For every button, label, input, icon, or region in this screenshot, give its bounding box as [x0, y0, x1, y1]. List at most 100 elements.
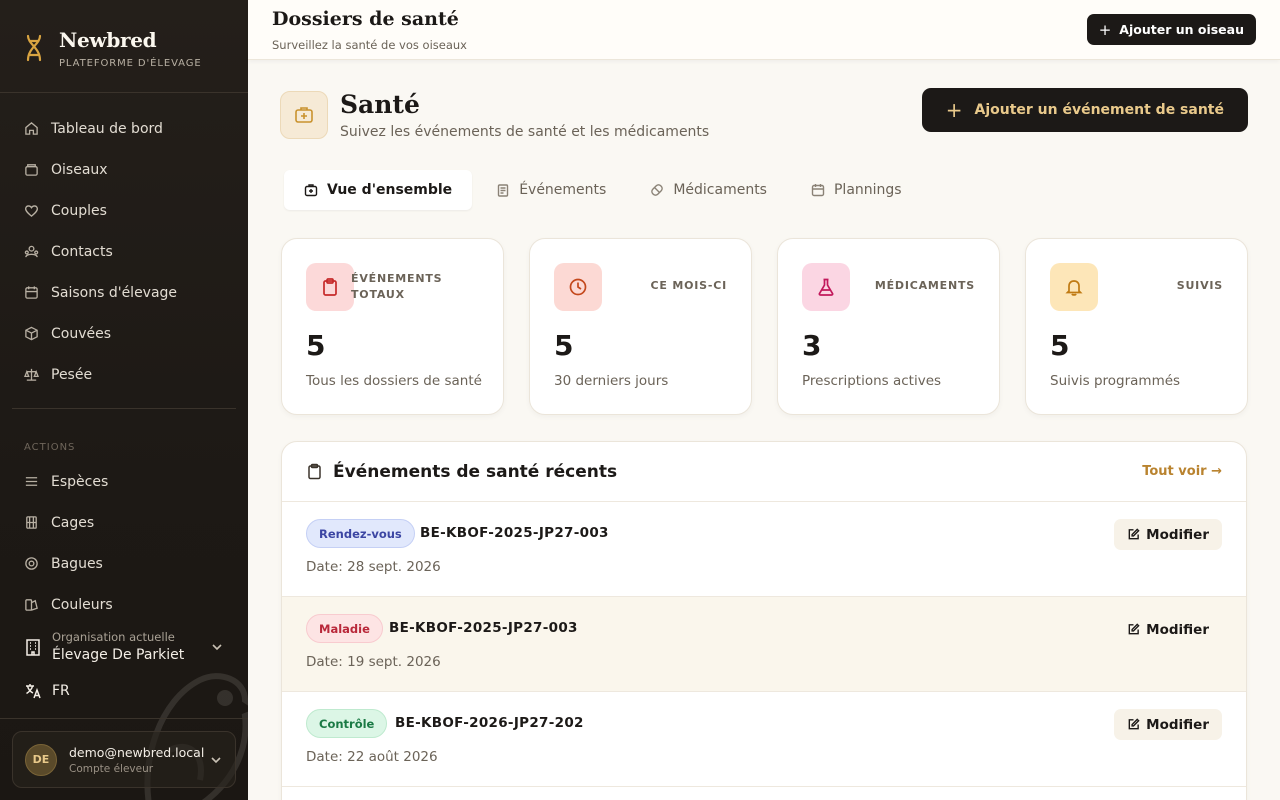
stat-label: SUIVIS	[1176, 279, 1223, 292]
tab-medications[interactable]: Médicaments	[630, 170, 787, 210]
stat-icon-box	[306, 263, 354, 311]
tab-label: Plannings	[833, 182, 902, 198]
event-date: Date: 28 sept. 2026	[306, 559, 441, 575]
tab-schedules[interactable]: Plannings	[791, 170, 922, 210]
stat-card-medications: MÉDICAMENTS 3 Prescriptions actives	[777, 238, 1000, 415]
event-date: Date: 19 sept. 2026	[306, 654, 441, 670]
sidebar-item-couleurs[interactable]: Couleurs	[12, 584, 236, 625]
event-type-badge: Contrôle	[306, 709, 388, 738]
edit-label: Modifier	[1146, 621, 1209, 638]
main-nav: Tableau de bord Oiseaux Couples Contacts…	[12, 108, 236, 395]
add-bird-button[interactable]: + Ajouter un oiseau	[1086, 14, 1256, 45]
sidebar-item-couples[interactable]: Couples	[12, 190, 236, 231]
cage-icon	[26, 516, 37, 529]
user-menu[interactable]: DE demo@newbred.local Compte éleveur	[12, 731, 236, 788]
clock-icon	[569, 278, 587, 296]
list-icon	[25, 477, 38, 486]
stat-card-follow-ups: SUIVIS 5 Suivis programmés	[1025, 238, 1248, 415]
home-icon	[25, 122, 38, 135]
medical-bag-icon	[295, 107, 313, 123]
calendar-icon	[25, 286, 38, 299]
table-row[interactable]: Contrôle BE-KBOF-2026-JP27-202 Date: 22 …	[282, 692, 1246, 787]
see-all-link[interactable]: Tout voir →	[1142, 464, 1222, 479]
ring-icon	[25, 557, 38, 570]
table-row[interactable]: Rendez-vous BE-KBOF-2025-JP27-003 Date: …	[282, 502, 1246, 597]
palette-icon	[25, 599, 38, 611]
sidebar-item-tableau-de-bord[interactable]: Tableau de bord	[12, 108, 236, 149]
stat-card-total-events: ÉVÉNEMENTS TOTAUX 5 Tous les dossiers de…	[281, 238, 504, 415]
sidebar-item-label: Contacts	[51, 243, 113, 260]
edit-button[interactable]: Modifier	[1114, 614, 1222, 645]
bell-icon	[1065, 280, 1083, 296]
stat-icon-box	[1050, 263, 1098, 311]
edit-icon	[1128, 718, 1140, 730]
building-icon	[26, 638, 40, 656]
heart-icon	[24, 205, 39, 217]
organization-switcher[interactable]: Organisation actuelle Élevage De Parkiet	[24, 630, 224, 663]
organization-label: Organisation actuelle	[52, 630, 175, 644]
recent-health-events-panel: Événements de santé récents Tout voir → …	[281, 441, 1247, 800]
dna-logo-icon	[26, 34, 42, 62]
stat-icon-box	[802, 263, 850, 311]
stat-value: 3	[802, 329, 822, 362]
clipboard-icon	[323, 278, 337, 296]
sidebar-item-label: Couvées	[51, 325, 112, 342]
pill-icon	[651, 184, 664, 196]
language-switcher[interactable]: FR	[24, 682, 70, 700]
add-health-event-button[interactable]: + Ajouter un événement de santé	[921, 88, 1248, 132]
sidebar-item-oiseaux[interactable]: Oiseaux	[12, 149, 236, 190]
language-label: FR	[52, 683, 70, 699]
sidebar-divider	[0, 92, 248, 93]
tab-label: Vue d'ensemble	[327, 182, 453, 198]
brand[interactable]: Newbred PLATEFORME D'ÉLEVAGE	[24, 28, 202, 69]
sidebar-item-contacts[interactable]: Contacts	[12, 231, 236, 272]
stat-description: Tous les dossiers de santé	[306, 373, 482, 389]
sidebar-item-label: Oiseaux	[51, 161, 108, 178]
stat-label: CE MOIS-CI	[650, 279, 727, 292]
stat-icon-box	[554, 263, 602, 311]
sidebar-item-label: Espèces	[51, 473, 109, 490]
sidebar-item-especes[interactable]: Espèces	[12, 461, 236, 502]
stat-label: MÉDICAMENTS	[874, 279, 975, 292]
panel-title: Événements de santé récents	[333, 461, 618, 482]
event-type-badge: Maladie	[306, 614, 383, 643]
plus-icon: +	[1098, 20, 1112, 39]
sidebar-item-label: Couleurs	[51, 596, 113, 613]
edit-icon	[1128, 528, 1140, 540]
plus-icon: +	[945, 98, 963, 122]
sidebar-item-label: Couples	[51, 202, 107, 219]
sidebar-divider	[0, 718, 248, 719]
actions-section-title: ACTIONS	[24, 442, 76, 453]
add-health-event-label: Ajouter un événement de santé	[974, 102, 1224, 118]
tab-events[interactable]: Événements	[476, 170, 626, 210]
sidebar-item-label: Cages	[51, 514, 95, 531]
sidebar-divider	[12, 408, 236, 409]
event-type-badge: Rendez-vous	[306, 519, 415, 548]
tab-overview[interactable]: Vue d'ensemble	[284, 170, 473, 210]
sidebar-item-saisons[interactable]: Saisons d'élevage	[12, 272, 236, 313]
document-icon	[497, 184, 509, 197]
sidebar-item-cages[interactable]: Cages	[12, 502, 236, 543]
user-email: demo@newbred.local	[69, 744, 205, 760]
avatar: DE	[25, 743, 57, 776]
stat-value: 5	[1050, 329, 1070, 362]
stat-label: ÉVÉNEMENTS TOTAUX	[351, 272, 443, 301]
event-ring-number: BE-KBOF-2026-JP27-202	[395, 715, 584, 731]
edit-button[interactable]: Modifier	[1114, 709, 1222, 740]
sidebar-item-bagues[interactable]: Bagues	[12, 543, 236, 584]
stat-value: 5	[306, 329, 326, 362]
edit-button[interactable]: Modifier	[1114, 519, 1222, 550]
chevron-down-icon	[212, 643, 222, 650]
table-row[interactable]: Maladie BE-KBOF-2025-JP27-003 Date: 19 s…	[282, 597, 1246, 692]
event-ring-number: BE-KBOF-2025-JP27-003	[420, 525, 609, 541]
organization-name: Élevage De Parkiet	[52, 647, 185, 663]
chevron-down-icon	[211, 756, 221, 763]
stat-value: 5	[554, 329, 574, 362]
sidebar-item-pesee[interactable]: Pesée	[12, 354, 236, 395]
sidebar-item-couvees[interactable]: Couvées	[12, 313, 236, 354]
flask-icon	[818, 278, 834, 296]
sidebar-item-label: Pesée	[51, 366, 93, 383]
user-role: Compte éleveur	[69, 762, 154, 775]
sidebar-item-label: Tableau de bord	[51, 120, 163, 137]
health-kit-icon-box	[280, 91, 328, 139]
